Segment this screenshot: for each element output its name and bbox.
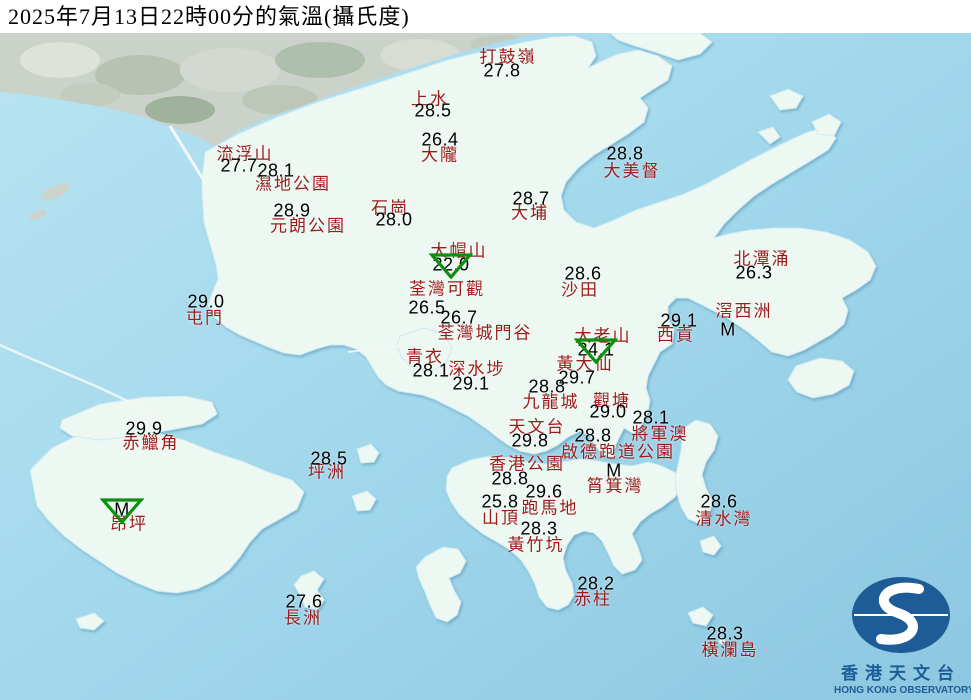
station-temp-value: 28.6	[564, 263, 602, 284]
station-temp-value: 25.8	[481, 491, 519, 512]
station-temp-value: 28.8	[606, 143, 644, 164]
station-temp-value: 27.8	[483, 60, 521, 81]
station-temp-value: 28.8	[491, 468, 529, 489]
station-temp-value: M	[606, 460, 622, 481]
station-temp-value: 29.6	[525, 481, 563, 502]
map-title: 2025年7月13日22時00分的氣溫(攝氏度)	[8, 4, 410, 29]
station-temp-value: 28.5	[414, 100, 452, 121]
hko-logo: 香港天文台 HONG KONG OBSERVATORY	[834, 576, 971, 696]
station-temp-value: 26.3	[735, 262, 773, 283]
station-temp-value: 29.8	[511, 430, 549, 451]
hko-emblem-icon	[852, 577, 950, 653]
station-temp-value: 28.6	[700, 491, 738, 512]
station-temp-value: 27.7	[220, 155, 258, 176]
station-temp-value: 26.7	[440, 307, 478, 328]
temperature-map-screen: 打鼓嶺 27.8 上水 28.5 大隴 26.4 流浮山 27.7 濕地公園 28.1 元朗公園 28…	[0, 0, 971, 700]
station-temp-value: 28.8	[574, 425, 612, 446]
station-temp-value: 28.3	[520, 518, 558, 539]
station-temp-value: 29.9	[125, 418, 163, 439]
title-bar: 2025年7月13日22時00分的氣溫(攝氏度)	[0, 0, 971, 33]
station-temp-value: 28.1	[632, 407, 670, 428]
station-temp-value: 29.1	[452, 373, 490, 394]
station-temp-value: 28.1	[257, 160, 295, 181]
logo-chinese-label: 香港天文台	[841, 664, 961, 683]
station-temp-value: 28.3	[706, 623, 744, 644]
station-temp-value: 29.0	[187, 291, 225, 312]
logo-english-label: HONG KONG OBSERVATORY	[834, 685, 971, 696]
station-temp-value: 28.2	[577, 573, 615, 594]
station-name-label: 荃灣可觀	[409, 279, 485, 299]
station-temp-value: 26.4	[421, 129, 459, 150]
station-temp-value: M	[114, 499, 130, 520]
station-temp-value: 28.5	[310, 448, 348, 469]
station-temp-value: 28.1	[412, 360, 450, 381]
station-temp-value: 28.7	[512, 188, 550, 209]
stations-layer: 打鼓嶺 27.8 上水 28.5 大隴 26.4 流浮山 27.7 濕地公園 28.1 元朗公園 28…	[0, 0, 971, 700]
station-temp-value: 28.0	[375, 209, 413, 230]
station-temp-value: 29.0	[589, 401, 627, 422]
station-temp-value: M	[720, 319, 736, 340]
station-temp-value: 28.9	[273, 200, 311, 221]
station-temp-value: 29.1	[660, 310, 698, 331]
station-name-label: 滘西洲	[715, 301, 773, 321]
station-temp-value: 28.8	[528, 376, 566, 397]
station-temp-value: 22.0	[432, 254, 470, 275]
station-temp-value: 27.6	[285, 591, 323, 612]
